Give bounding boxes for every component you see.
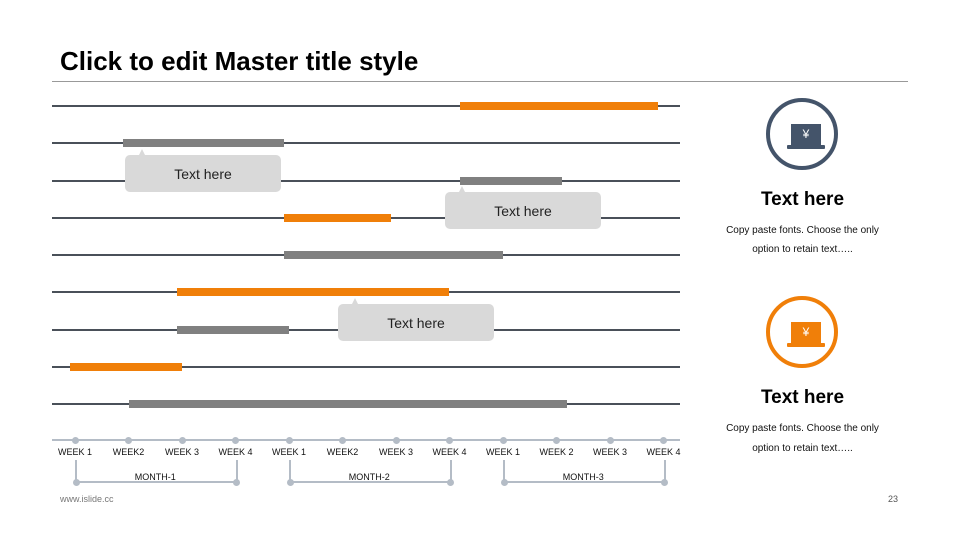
week-label: WEEK 4 — [218, 447, 253, 457]
timeline-dot — [446, 436, 453, 444]
gantt-bar-gray[interactable] — [176, 325, 289, 334]
month-bracket-dot — [500, 478, 508, 486]
gantt-bar-gray[interactable] — [460, 176, 562, 185]
footer-url[interactable]: www.islide.cc — [60, 494, 114, 504]
week-label: WEEK 3 — [592, 447, 627, 457]
panel-1-text-line2: option to retain text….. — [752, 244, 853, 255]
week-label: WEEK 1 — [57, 447, 92, 457]
panel-2-text-line2: option to retain text….. — [752, 443, 853, 454]
panel-2-heading: Text here — [760, 387, 845, 408]
slide: Click to edit Master title style Text he… — [0, 0, 960, 540]
week-label: WEEK 1 — [485, 447, 520, 457]
timeline-dot — [339, 436, 346, 444]
timeline-dot — [392, 436, 400, 444]
week-label: WEEK 3 — [164, 447, 199, 457]
callout-2[interactable]: Text here — [445, 186, 601, 229]
panel-1-text-line1: Copy paste fonts. Choose the only — [726, 225, 879, 236]
laptop-base — [787, 343, 825, 347]
month-bracket-dot — [447, 478, 454, 486]
title-divider — [52, 81, 908, 82]
laptop-yen-icon: ¥ — [766, 98, 838, 170]
timeline-dot — [285, 436, 293, 444]
callout-1[interactable]: Text here — [125, 149, 281, 192]
week-label: WEEK 2 — [539, 447, 574, 457]
gantt-bar-gray[interactable] — [128, 400, 568, 408]
gantt-bar-orange[interactable] — [176, 288, 450, 297]
week-label: WEEK 4 — [646, 447, 681, 457]
laptop-screen: ¥ — [791, 124, 821, 145]
month-label: MONTH-2 — [348, 472, 390, 482]
gantt-bar-orange[interactable] — [283, 213, 391, 222]
timeline-dot — [125, 436, 132, 444]
week-label: WEEK 4 — [432, 447, 467, 457]
timeline-dot — [232, 436, 239, 444]
laptop-screen: ¥ — [791, 322, 821, 343]
gantt-bar-orange[interactable] — [69, 362, 182, 371]
week-label: WEEK2 — [112, 447, 145, 457]
timeline-axis — [52, 439, 680, 441]
panel-2-text-line1: Copy paste fonts. Choose the only — [726, 423, 879, 434]
gantt-bar-orange[interactable] — [460, 102, 659, 110]
week-label: WEEK2 — [326, 447, 359, 457]
timeline-dot — [499, 436, 507, 444]
gantt-bar-gray[interactable] — [283, 251, 503, 259]
laptop-yen-icon: ¥ — [766, 296, 838, 368]
callout-3[interactable]: Text here — [338, 298, 494, 341]
week-label: WEEK 1 — [271, 447, 306, 457]
month-bracket-dot — [233, 478, 240, 486]
slide-title[interactable]: Click to edit Master title style — [60, 46, 418, 77]
panel-1-heading: Text here — [760, 189, 845, 210]
timeline-dot — [178, 436, 186, 444]
timeline-dot — [553, 436, 560, 444]
month-label: MONTH-1 — [134, 472, 176, 482]
gantt-bar-gray[interactable] — [123, 139, 284, 148]
month-bracket-dot — [661, 478, 668, 486]
timeline-dot — [660, 436, 667, 444]
timeline-dot — [606, 436, 614, 444]
page-number: 23 — [888, 494, 899, 504]
laptop-base — [787, 145, 825, 149]
month-label: MONTH-3 — [562, 472, 604, 482]
month-bracket-dot — [72, 478, 80, 486]
month-bracket-dot — [286, 478, 294, 486]
week-label: WEEK 3 — [378, 447, 413, 457]
timeline-dot — [71, 436, 79, 444]
